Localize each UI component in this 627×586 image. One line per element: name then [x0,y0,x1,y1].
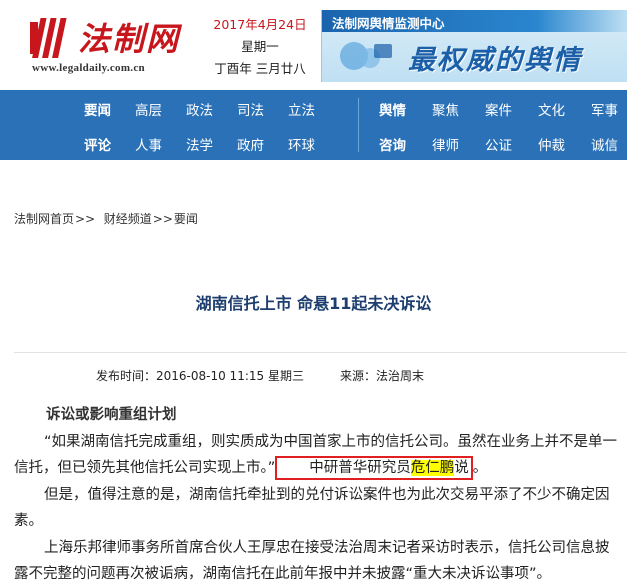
nav-item-yuqing[interactable]: 舆情 [379,99,406,119]
paragraph-1-end: 。 [472,460,488,476]
article-subhead: 诉讼或影响重组计划 [46,407,177,423]
article-meta: 发布时间：2016-08-10 11:15 星期三 来源：法治周末 [96,367,424,384]
nav-item-jujiao[interactable]: 聚焦 [432,99,459,119]
monitor-center-icon [340,42,392,70]
nav-item-huanqiu[interactable]: 环球 [288,134,315,154]
nav-item-zixun[interactable]: 咨询 [379,134,406,154]
article-title: 湖南信托上市 命悬11起未决诉讼 [195,294,432,313]
nav-item-chengxin[interactable]: 诚信 [591,134,618,154]
nav-row-2: 评论 人事 法学 政府 环球 咨询 律师 公证 仲裁 诚信 [0,125,627,160]
breadcrumb-section[interactable]: 要闻 [174,212,198,226]
main-nav: 要闻 高层 政法 司法 立法 舆情 聚焦 案件 文化 军事 评论 人事 法学 政… [0,90,627,160]
nav-item-renshi[interactable]: 人事 [135,134,162,154]
nav-item-gaoceng[interactable]: 高层 [135,99,162,119]
nav-row-1: 要闻 高层 政法 司法 立法 舆情 聚焦 案件 文化 军事 [0,90,627,125]
paragraph-1: “如果湖南信托完成重组，则实质成为中国首家上市的信托公司。虽然在业务上并不是单一… [14,429,618,482]
site-logo[interactable]: 法制网 www.legaldaily.com.cn [28,14,198,74]
highlight-box: 中研普华研究员危仁鹏说 [275,456,473,480]
nav-item-zhengfu[interactable]: 政府 [237,134,264,154]
nav-item-lvshi[interactable]: 律师 [432,134,459,154]
current-weekday: 星期一 [241,39,279,54]
paragraph-2: 但是，值得注意的是，湖南信托牵扯到的兑付诉讼案件也为此次交易平添了不少不确定因素… [14,486,610,530]
breadcrumb-home[interactable]: 法制网首页 [14,212,74,226]
nav-item-gongzheng[interactable]: 公证 [485,134,512,154]
logo-text: 法制网 [78,20,181,58]
ad-banner[interactable]: 法制网舆情监测中心 最权威的舆情 [321,10,627,82]
highlighted-name: 危仁鹏 [410,460,455,476]
logo-emblem-icon [30,18,67,58]
banner-slogan: 最权威的舆情 [408,45,582,76]
nav-item-zhengfa[interactable]: 政法 [186,99,213,119]
lunar-date: 丁酉年 三月廿八 [214,61,306,76]
logo-url: www.legaldaily.com.cn [32,62,145,74]
current-date: 2017年4月24日 [213,17,307,32]
nav-item-wenhua[interactable]: 文化 [538,99,565,119]
site-header: 法制网 www.legaldaily.com.cn 2017年4月24日 星期一… [0,0,627,90]
researcher-title: 中研普华研究员 [309,460,411,476]
nav-item-lifa[interactable]: 立法 [288,99,315,119]
banner-title: 法制网舆情监测中心 [332,16,445,31]
article-source: 来源：法治周末 [339,369,424,383]
breadcrumb: 法制网首页>> 财经频道>>要闻 [14,210,199,227]
nav-item-zhongcai[interactable]: 仲裁 [538,134,565,154]
breadcrumb-channel[interactable]: 财经频道 [104,212,152,226]
nav-item-faxue[interactable]: 法学 [186,134,213,154]
paragraph-3: 上海乐邦律师事务所首席合伙人王厚忠在接受法治周末记者采访时表示，信托公司信息披露… [14,539,610,583]
article-body: 诉讼或影响重组计划 “如果湖南信托完成重组，则实质成为中国首家上市的信托公司。虽… [14,402,618,586]
nav-item-junshi[interactable]: 军事 [591,99,618,119]
nav-item-sifa[interactable]: 司法 [237,99,264,119]
breadcrumb-separator: >> [75,212,96,226]
nav-item-anjian[interactable]: 案件 [485,99,512,119]
nav-item-pinglun[interactable]: 评论 [84,134,111,154]
publish-time: 发布时间：2016-08-10 11:15 星期三 [96,369,304,383]
breadcrumb-separator: >> [152,212,173,226]
nav-item-yaowen[interactable]: 要闻 [84,99,111,119]
date-block: 2017年4月24日 星期一 丁酉年 三月廿八 [205,14,315,80]
said-text: 说 [454,460,469,476]
nav-divider [358,98,359,152]
meta-divider [14,352,627,353]
